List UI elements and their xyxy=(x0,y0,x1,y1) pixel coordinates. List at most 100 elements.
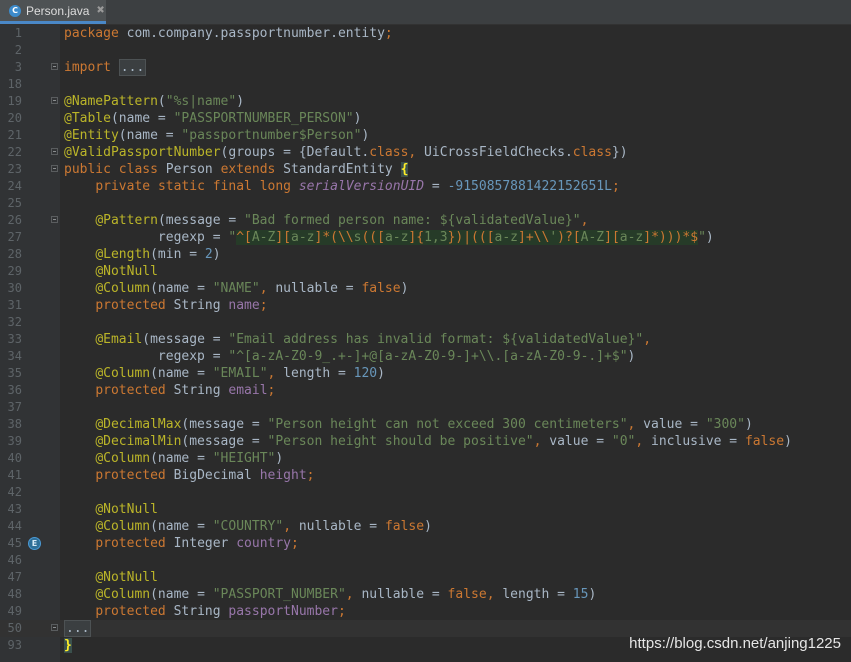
code-line[interactable]: 32 xyxy=(0,314,851,331)
code-line[interactable]: 24 private static final long serialVersi… xyxy=(0,178,851,195)
code-line[interactable]: 40 @Column(name = "HEIGHT") xyxy=(0,450,851,467)
code-line[interactable]: 42 xyxy=(0,484,851,501)
watermark: https://blog.csdn.net/anjing1225 xyxy=(629,635,841,652)
code-text: public class Person extends StandardEnti… xyxy=(64,162,409,177)
line-number: 31 xyxy=(7,298,22,312)
code-line[interactable]: 20 @Table(name = "PASSPORTNUMBER_PERSON") xyxy=(0,110,851,127)
line-number: 34 xyxy=(7,349,22,363)
code-line[interactable]: 30 @Column(name = "NAME", nullable = fal… xyxy=(0,280,851,297)
line-number: 32 xyxy=(7,315,22,329)
code-line[interactable]: 22 @ValidPassportNumber(groups = {Default… xyxy=(0,144,851,161)
fold-toggle-icon[interactable] xyxy=(51,63,58,70)
line-number: 33 xyxy=(7,332,22,346)
code-text: @Table(name = "PASSPORTNUMBER_PERSON") xyxy=(64,111,362,126)
line-number: 40 xyxy=(7,451,22,465)
code-line[interactable]: 2 xyxy=(0,42,851,59)
code-text: @Column(name = "EMAIL", length = 120) xyxy=(95,366,385,381)
line-number: 25 xyxy=(7,196,22,210)
line-number: 29 xyxy=(7,264,22,278)
code-text: package com.company.passportnumber.entit… xyxy=(64,26,393,41)
code-text: @Column(name = "NAME", nullable = false) xyxy=(95,281,409,296)
fold-toggle-icon[interactable] xyxy=(51,624,58,631)
code-line[interactable]: 25 xyxy=(0,195,851,212)
code-line[interactable]: 47 @NotNull xyxy=(0,569,851,586)
line-number: 36 xyxy=(7,383,22,397)
code-text: @Pattern(message = "Bad formed person na… xyxy=(95,213,589,228)
java-class-icon: C xyxy=(9,4,21,17)
code-line[interactable]: 34 regexp = "^[a-zA-Z0-9_.+-]+@[a-zA-Z0-… xyxy=(0,348,851,365)
line-number: 30 xyxy=(7,281,22,295)
code-text: @Column(name = "PASSPORT_NUMBER", nullab… xyxy=(95,587,597,602)
code-text: protected String passportNumber; xyxy=(95,604,346,619)
code-line[interactable]: 37 xyxy=(0,399,851,416)
code-text: @DecimalMax(message = "Person height can… xyxy=(95,417,753,432)
line-number: 43 xyxy=(7,502,22,516)
code-text: protected String name; xyxy=(95,298,268,313)
line-number: 49 xyxy=(7,604,22,618)
line-number: 46 xyxy=(7,553,22,567)
code-line[interactable]: 26 @Pattern(message = "Bad formed person… xyxy=(0,212,851,229)
line-number: 45 xyxy=(7,536,22,550)
line-number: 27 xyxy=(7,230,22,244)
code-text: regexp = "^[a-zA-Z0-9_.+-]+@[a-zA-Z0-9-]… xyxy=(64,349,636,364)
fold-toggle-icon[interactable] xyxy=(51,97,58,104)
code-line[interactable]: 35 @Column(name = "EMAIL", length = 120) xyxy=(0,365,851,382)
code-text: protected BigDecimal height; xyxy=(95,468,315,483)
tab-person-java[interactable]: C Person.java ✖ xyxy=(0,0,106,24)
code-text: @Column(name = "COUNTRY", nullable = fal… xyxy=(95,519,432,534)
code-line[interactable]: 19 @NamePattern("%s|name") xyxy=(0,93,851,110)
line-number: 42 xyxy=(7,485,22,499)
line-number: 26 xyxy=(7,213,22,227)
code-line[interactable]: 27 regexp = "^[A-Z][a-z]*(\\s(([a-z]{1,3… xyxy=(0,229,851,246)
line-number: 23 xyxy=(7,162,22,176)
code-line[interactable]: 3 import ... xyxy=(0,59,851,76)
code-line[interactable]: 45 E protected Integer country; xyxy=(0,535,851,552)
line-number: 1 xyxy=(14,26,22,40)
code-line[interactable]: 48 @Column(name = "PASSPORT_NUMBER", nul… xyxy=(0,586,851,603)
code-line[interactable]: 44 @Column(name = "COUNTRY", nullable = … xyxy=(0,518,851,535)
code-line[interactable]: 36 protected String email; xyxy=(0,382,851,399)
code-line[interactable]: 29 @NotNull xyxy=(0,263,851,280)
fold-toggle-icon[interactable] xyxy=(51,148,58,155)
code-text: import ... xyxy=(64,59,147,76)
line-number: 50 xyxy=(7,621,22,635)
code-line[interactable]: 33 @Email(message = "Email address has i… xyxy=(0,331,851,348)
code-text: protected Integer country; xyxy=(95,536,299,551)
code-line[interactable]: 43 @NotNull xyxy=(0,501,851,518)
code-text: @NotNull xyxy=(95,570,158,585)
fold-toggle-icon[interactable] xyxy=(51,165,58,172)
code-line[interactable]: 28 @Length(min = 2) xyxy=(0,246,851,263)
code-text: @ValidPassportNumber(groups = {Default.c… xyxy=(64,145,628,160)
line-number: 21 xyxy=(7,128,22,142)
code-line[interactable]: 49 protected String passportNumber; xyxy=(0,603,851,620)
code-text: @NamePattern("%s|name") xyxy=(64,94,245,109)
code-text: regexp = "^[A-Z][a-z]*(\\s(([a-z]{1,3})|… xyxy=(64,230,714,245)
line-number: 18 xyxy=(7,77,22,91)
line-number: 38 xyxy=(7,417,22,431)
code-line[interactable]: 31 protected String name; xyxy=(0,297,851,314)
tab-label: Person.java xyxy=(26,3,90,18)
code-line[interactable]: 23 public class Person extends StandardEn… xyxy=(0,161,851,178)
line-number: 48 xyxy=(7,587,22,601)
line-number: 2 xyxy=(14,43,22,57)
code-text: protected String email; xyxy=(95,383,276,398)
code-line[interactable]: 39 @DecimalMin(message = "Person height … xyxy=(0,433,851,450)
code-line[interactable]: 21 @Entity(name = "passportnumber$Person"… xyxy=(0,127,851,144)
code-line[interactable]: 1 package com.company.passportnumber.enti… xyxy=(0,25,851,42)
code-line[interactable]: 46 xyxy=(0,552,851,569)
code-line[interactable]: 18 xyxy=(0,76,851,93)
close-icon[interactable]: ✖ xyxy=(96,5,104,16)
code-text: @NotNull xyxy=(95,264,158,279)
line-number: 28 xyxy=(7,247,22,261)
line-number: 39 xyxy=(7,434,22,448)
code-text: } xyxy=(64,638,72,653)
line-number: 20 xyxy=(7,111,22,125)
code-text: private static final long serialVersionU… xyxy=(95,179,620,194)
code-text: @Length(min = 2) xyxy=(95,247,221,262)
code-line[interactable]: 41 protected BigDecimal height; xyxy=(0,467,851,484)
line-number: 22 xyxy=(7,145,22,159)
code-line[interactable]: 38 @DecimalMax(message = "Person height … xyxy=(0,416,851,433)
entity-marker-icon[interactable]: E xyxy=(28,537,41,550)
fold-toggle-icon[interactable] xyxy=(51,216,58,223)
editor-tab-bar: C Person.java ✖ xyxy=(0,0,851,25)
